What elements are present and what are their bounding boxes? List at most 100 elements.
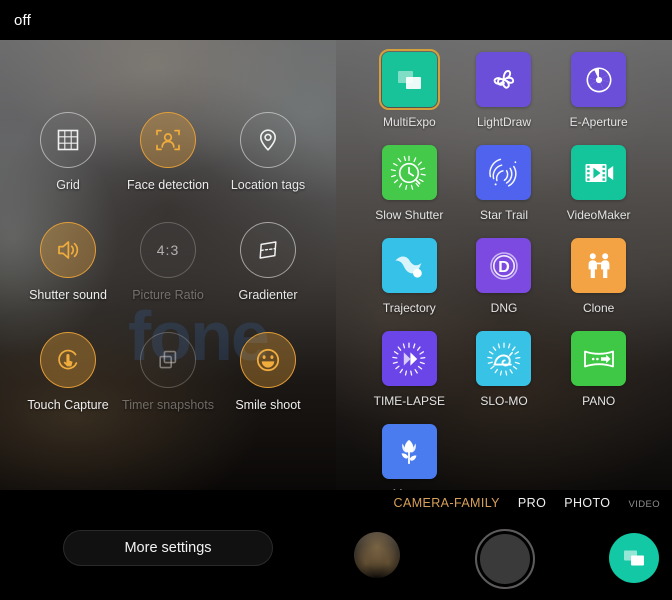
setting-label-smile-shoot: Smile shoot <box>235 398 301 412</box>
time-lapse-tile[interactable] <box>381 331 437 386</box>
slow-shutter-tile[interactable] <box>381 145 437 200</box>
bottom-bar: More settings CAMERA-FAMILY PRO PHOTO VI… <box>0 490 672 600</box>
camera-modes-grid: MultiExpo LightDraw E-Aperture Slow Shut… <box>336 40 672 490</box>
setting-label-location-tags: Location tags <box>230 178 306 192</box>
mode-item-star-trail[interactable]: Star Trail <box>457 145 552 222</box>
grid-icon <box>57 129 79 151</box>
mode-item-videomaker[interactable]: VideoMaker <box>551 145 646 222</box>
mode-tab-video[interactable]: VIDEO <box>628 499 660 510</box>
setting-item-smile-shoot[interactable]: Smile shoot <box>218 332 318 412</box>
mode-selector-strip: CAMERA-FAMILY PRO PHOTO VIDEO <box>394 496 660 510</box>
face-detection-toggle[interactable] <box>140 112 196 168</box>
mode-label-trajectory: Trajectory <box>382 301 436 315</box>
setting-label-gradienter: Gradienter <box>238 288 298 302</box>
mode-label-macro: Macro <box>393 487 426 490</box>
setting-item-gradienter[interactable]: Gradienter <box>218 222 318 302</box>
setting-label-timer-snapshots: Timer snapshots <box>122 398 214 412</box>
mode-tab-camera-family[interactable]: CAMERA-FAMILY <box>394 496 500 510</box>
trajectory-tile[interactable] <box>381 238 437 293</box>
setting-item-touch-capture[interactable]: Touch Capture <box>18 332 118 412</box>
mode-item-dng[interactable]: D DNG <box>457 238 552 315</box>
flower-icon <box>493 69 515 89</box>
pano-tile[interactable] <box>571 331 627 386</box>
mode-tab-pro[interactable]: PRO <box>518 496 546 510</box>
mode-item-slow-shutter[interactable]: Slow Shutter <box>362 145 457 222</box>
videomaker-tile[interactable] <box>571 145 627 200</box>
speaker-icon <box>58 241 79 259</box>
gallery-thumbnail[interactable] <box>354 532 400 578</box>
mode-label-videomaker: VideoMaker <box>566 208 631 222</box>
macro-tile[interactable] <box>381 424 437 479</box>
tulip-icon <box>401 439 417 464</box>
multi-exposure-icon <box>398 70 422 89</box>
smile-icon <box>256 348 280 372</box>
dng-icon: D <box>490 251 518 280</box>
picture-ratio-toggle[interactable]: 4:3 <box>140 222 196 278</box>
touch-capture-icon <box>58 349 78 370</box>
film-play-icon <box>585 163 613 182</box>
dng-tile[interactable]: D <box>476 238 532 293</box>
star-trail-tile[interactable] <box>476 145 532 200</box>
mode-item-lightdraw[interactable]: LightDraw <box>457 52 552 129</box>
setting-item-shutter-sound[interactable]: Shutter sound <box>18 222 118 302</box>
grid-toggle[interactable] <box>40 112 96 168</box>
camera-modes-panel: MultiExpo LightDraw E-Aperture Slow Shut… <box>336 40 672 490</box>
mode-label-slo-mo: SLO-MO <box>480 394 528 408</box>
smile-shoot-toggle[interactable] <box>240 332 296 388</box>
setting-item-timer-snapshots[interactable]: Timer snapshots <box>118 332 218 412</box>
mode-label-clone: Clone <box>582 301 615 315</box>
face-detection-icon <box>156 129 180 151</box>
timer-snapshots-toggle[interactable] <box>140 332 196 388</box>
mode-item-trajectory[interactable]: Trajectory <box>362 238 457 315</box>
setting-item-picture-ratio[interactable]: 4:3 Picture Ratio <box>118 222 218 302</box>
mode-item-pano[interactable]: PANO <box>551 331 646 408</box>
location-pin-icon <box>259 129 277 151</box>
settings-panel: fone Grid Face detection Location tags S… <box>0 40 336 490</box>
mode-label-star-trail: Star Trail <box>479 208 528 222</box>
status-bar: off <box>0 0 672 40</box>
timer-snapshots-icon <box>159 350 177 369</box>
setting-item-location-tags[interactable]: Location tags <box>218 112 318 192</box>
timelapse-icon <box>392 342 426 376</box>
mode-item-time-lapse[interactable]: TIME-LAPSE <box>362 331 457 408</box>
camera-mode-switch-button[interactable] <box>609 533 659 583</box>
lightdraw-tile[interactable] <box>476 52 532 107</box>
setting-item-face-detection[interactable]: Face detection <box>118 112 218 192</box>
e-aperture-tile[interactable] <box>571 52 627 107</box>
touch-capture-toggle[interactable] <box>40 332 96 388</box>
mode-tab-photo[interactable]: PHOTO <box>564 496 610 510</box>
mode-item-multiexpo[interactable]: MultiExpo <box>362 49 457 129</box>
aperture-icon <box>586 67 612 92</box>
gradienter-toggle[interactable] <box>240 222 296 278</box>
mode-label-pano: PANO <box>582 394 616 408</box>
settings-grid: Grid Face detection Location tags Shutte… <box>0 40 336 412</box>
mode-label-time-lapse: TIME-LAPSE <box>373 394 445 408</box>
setting-label-touch-capture: Touch Capture <box>27 398 109 412</box>
snail-icon <box>487 342 521 376</box>
setting-label-picture-ratio: Picture Ratio <box>132 288 204 302</box>
multiexpo-tile[interactable] <box>378 49 440 110</box>
shutter-sound-toggle[interactable] <box>40 222 96 278</box>
mode-label-lightdraw: LightDraw <box>476 115 531 129</box>
clone-tile[interactable] <box>571 238 627 293</box>
location-tags-toggle[interactable] <box>240 112 296 168</box>
mode-item-e-aperture[interactable]: E-Aperture <box>551 52 646 129</box>
shutter-button[interactable] <box>475 529 535 589</box>
flash-state-label[interactable]: off <box>14 12 31 29</box>
panels-container: fone Grid Face detection Location tags S… <box>0 40 672 490</box>
more-settings-label: More settings <box>124 540 212 556</box>
svg-text:D: D <box>498 259 510 276</box>
setting-label-face-detection: Face detection <box>127 178 209 192</box>
slo-mo-tile[interactable] <box>476 331 532 386</box>
mode-item-slo-mo[interactable]: SLO-MO <box>457 331 552 408</box>
setting-item-grid[interactable]: Grid <box>18 112 118 192</box>
mode-item-macro[interactable]: Macro <box>362 424 457 490</box>
more-settings-button[interactable]: More settings <box>63 530 273 566</box>
multi-exposure-icon <box>624 550 644 566</box>
mode-item-clone[interactable]: Clone <box>551 238 646 315</box>
gradienter-icon <box>259 241 277 259</box>
mode-label-slow-shutter: Slow Shutter <box>375 208 444 222</box>
picture-ratio-value: 4:3 <box>156 242 180 258</box>
panorama-icon <box>583 350 614 367</box>
star-trail-icon <box>489 158 517 187</box>
